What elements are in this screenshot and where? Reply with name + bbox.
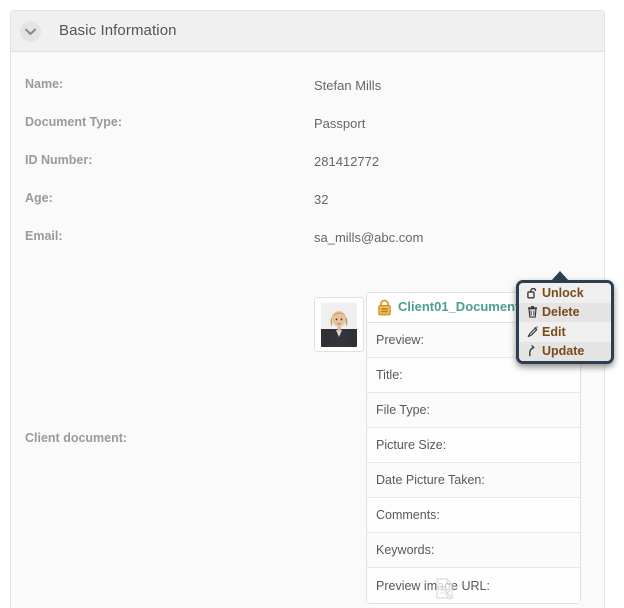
detail-row: Keywords: — [367, 533, 580, 568]
field-label-age: Age: — [25, 191, 53, 205]
document-context-menu[interactable]: Unlock Delete Edit Update — [516, 280, 614, 364]
detail-row: Comments: — [367, 498, 580, 533]
field-label-name: Name: — [25, 77, 64, 91]
document-thumbnail[interactable] — [314, 297, 364, 352]
field-value-age: 32 — [314, 192, 329, 207]
field-label-document-type: Document Type: — [25, 115, 122, 129]
lock-closed-icon — [377, 299, 392, 321]
context-menu-label: Edit — [542, 324, 566, 339]
document-page-icon — [435, 578, 455, 605]
refresh-arrow-icon — [525, 345, 539, 357]
unlock-icon — [525, 287, 539, 299]
pencil-icon — [525, 325, 539, 338]
screen-root: Basic Information Name: Document Type: I… — [0, 0, 624, 608]
context-menu-label: Unlock — [542, 285, 584, 300]
context-menu-pointer — [551, 271, 569, 281]
field-label-client-document: Client document: — [25, 431, 128, 445]
field-value-id-number: 281412772 — [314, 154, 380, 169]
context-menu-item-delete[interactable]: Delete — [519, 302, 611, 322]
panel-header: Basic Information — [11, 11, 604, 52]
field-value-name: Stefan Mills — [314, 78, 382, 93]
chevron-down-icon[interactable] — [20, 21, 41, 42]
field-label-email: Email: — [25, 229, 63, 243]
trash-icon — [525, 306, 539, 318]
context-menu-item-unlock[interactable]: Unlock — [519, 283, 611, 303]
field-value-email: sa_mills@abc.com — [314, 230, 424, 245]
context-menu-label: Delete — [542, 305, 580, 320]
detail-row: File Type: — [367, 393, 580, 428]
client-portrait-photo — [321, 302, 357, 347]
field-label-id-number: ID Number: — [25, 153, 93, 167]
page-title: Basic Information — [59, 22, 177, 39]
detail-row: Date Picture Taken: — [367, 463, 580, 498]
context-menu-item-update[interactable]: Update — [519, 341, 611, 361]
field-value-document-type: Passport — [314, 116, 366, 131]
document-detail-table: Preview: Title: File Type: Picture Size:… — [366, 322, 581, 604]
context-menu-item-edit[interactable]: Edit — [519, 322, 611, 342]
detail-row: Picture Size: — [367, 428, 580, 463]
context-menu-label: Update — [542, 344, 585, 359]
detail-row: Preview image URL: — [367, 568, 580, 603]
